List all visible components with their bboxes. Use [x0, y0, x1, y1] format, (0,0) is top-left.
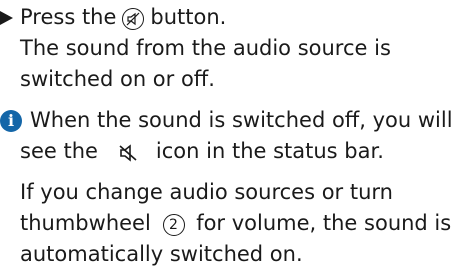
step-result-line-1: The sound from the audio source is	[20, 36, 391, 60]
para2-text-volume: for volume, the sound is	[196, 211, 452, 235]
mute-button-icon	[122, 7, 145, 30]
triangle-bullet-icon	[0, 2, 20, 33]
para2-text-thumbwheel: thumbwheel	[20, 211, 151, 235]
step-result-line-2: switched on or off.	[20, 67, 215, 91]
note-line-1: i When the sound is switched off, you wi…	[0, 105, 453, 136]
step-text-press: Press the	[20, 5, 117, 29]
instruction-step: Press the button. The sound from the aud…	[0, 2, 450, 95]
para2-line-1: If you change audio sources or turn	[20, 180, 393, 204]
step-text-button: button.	[150, 5, 227, 29]
step-line-1: Press the button.	[0, 2, 450, 33]
info-icon: i	[0, 109, 22, 132]
info-note: i When the sound is switched off, you wi…	[0, 105, 453, 167]
para2-line-2: thumbwheel 2 for volume, the sound is	[0, 208, 451, 239]
note-text-1: When the sound is switched off, you will	[30, 108, 453, 132]
thumbwheel-number-badge: 2	[162, 214, 185, 236]
note-text-see: see the	[20, 139, 98, 163]
para2-line-3: automatically switched on.	[20, 242, 303, 266]
speaker-muted-icon	[112, 143, 142, 165]
note-paragraph-2: If you change audio sources or turn thum…	[0, 177, 451, 270]
note-text-status: icon in the status bar.	[155, 139, 384, 163]
note-line-2: see the icon in the status bar.	[0, 136, 450, 167]
